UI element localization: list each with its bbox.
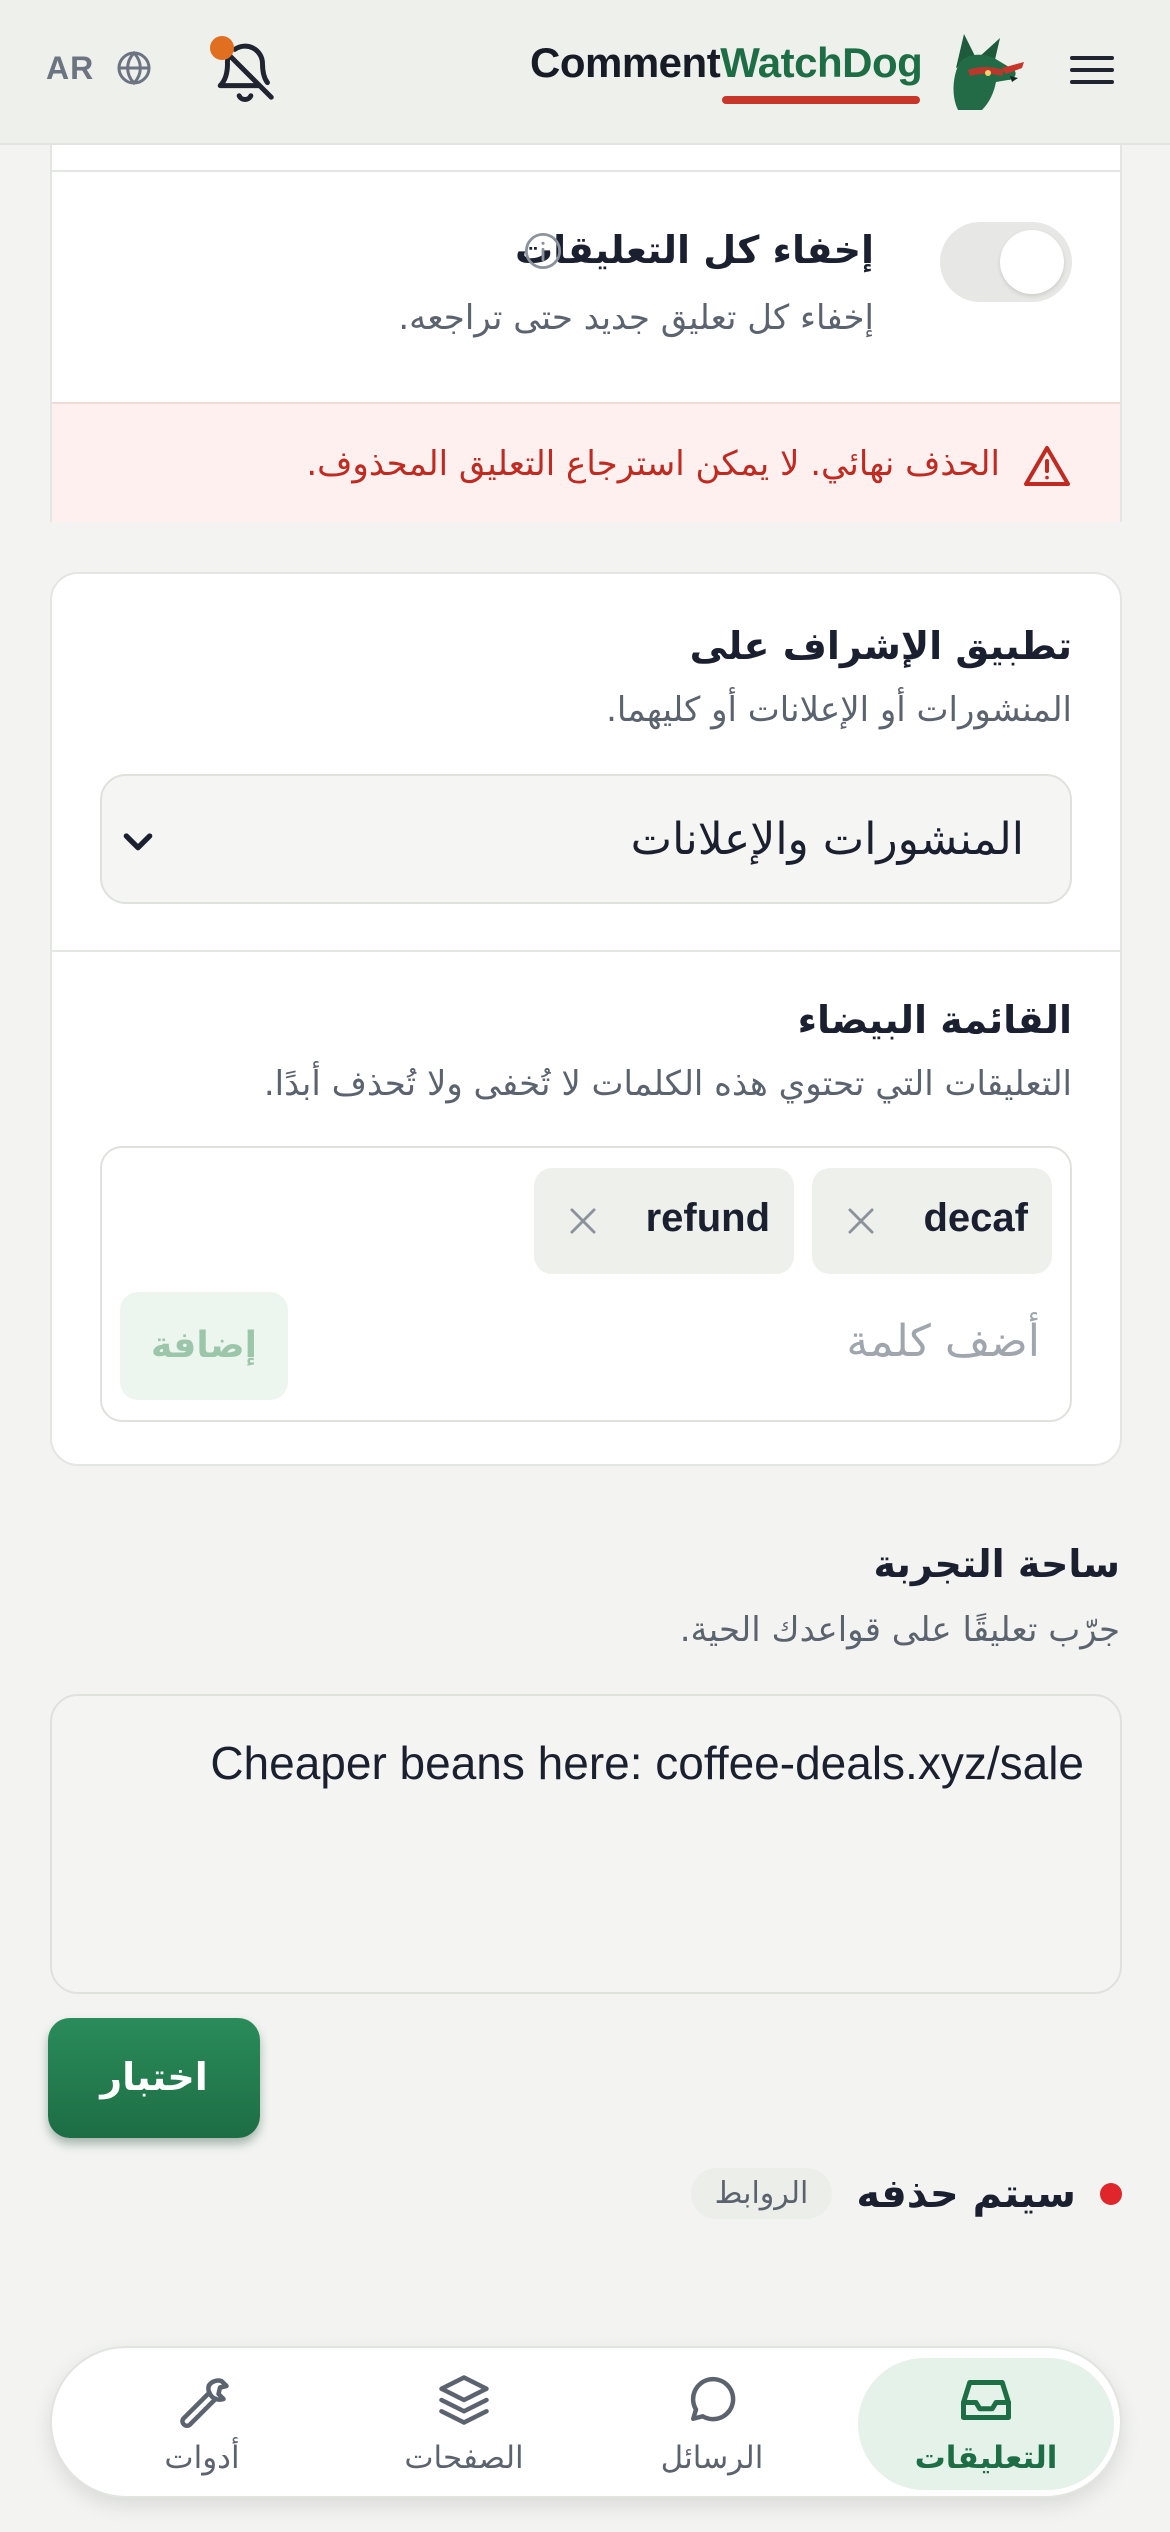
nav-label: الرسائل xyxy=(660,2440,764,2476)
chip-label: decaf xyxy=(923,1196,1029,1240)
chevron-down-icon xyxy=(123,833,153,851)
whitelist-description: التعليقات التي تحتوي هذه الكلمات لا تُخف… xyxy=(263,1064,1072,1104)
inbox-icon xyxy=(961,2380,1011,2420)
nav-item-tools[interactable]: أدوات xyxy=(92,2358,312,2490)
result-reason-badge: الروابط xyxy=(690,2168,833,2219)
moderation-settings-card: تطبيق الإشراف على المنشورات أو الإعلانات… xyxy=(50,572,1122,1466)
apply-on-selected-value: المنشورات والإعلانات xyxy=(630,814,1024,865)
apply-on-description: المنشورات أو الإعلانات أو كليهما. xyxy=(606,690,1072,730)
nav-item-comments[interactable]: التعليقات xyxy=(858,2358,1114,2490)
nav-label: الصفحات xyxy=(404,2440,524,2476)
add-word-button[interactable]: إضافة xyxy=(120,1292,288,1400)
delete-warning-banner: الحذف نهائي. لا يمكن استرجاع التعليق الم… xyxy=(52,402,1120,522)
notification-dot xyxy=(210,36,234,60)
language-switcher[interactable]: AR xyxy=(46,48,154,88)
brand-name-part2: WatchDog xyxy=(720,39,923,86)
nav-item-pages[interactable]: الصفحات xyxy=(344,2358,584,2490)
hide-all-toggle[interactable] xyxy=(940,222,1072,302)
chip-label: refund xyxy=(645,1196,770,1240)
info-icon[interactable] xyxy=(522,230,564,272)
result-text: سيتم حذفه xyxy=(856,2170,1076,2217)
apply-on-select[interactable]: المنشورات والإعلانات xyxy=(100,774,1072,904)
add-word-input[interactable]: أضف كلمة xyxy=(846,1316,1040,1367)
chat-bubble-icon xyxy=(690,2376,736,2422)
sandbox-result: سيتم حذفه الروابط xyxy=(690,2168,1122,2219)
warning-triangle-icon xyxy=(1024,446,1070,486)
sandbox-title: ساحة التجربة xyxy=(873,1542,1120,1586)
nav-item-messages[interactable]: الرسائل xyxy=(592,2358,832,2490)
section-divider xyxy=(52,170,1120,172)
sandbox-comment-textarea[interactable]: Cheaper beans here: coffee-deals.xyz/sal… xyxy=(50,1694,1122,1994)
bottom-navigation: التعليقات الرسائل الصفحات أدوات xyxy=(50,2346,1122,2498)
whitelist-tag-input: decaf refund أضف كلمة إضافة xyxy=(100,1146,1072,1422)
test-button[interactable]: اختبار xyxy=(48,2018,260,2138)
sandbox-comment-value: Cheaper beans here: coffee-deals.xyz/sal… xyxy=(210,1737,1084,1789)
app-header: AR Comment WatchDog xyxy=(0,0,1170,145)
language-code: AR xyxy=(46,49,95,86)
warning-text: الحذف نهائي. لا يمكن استرجاع التعليق الم… xyxy=(306,444,1000,484)
remove-chip-icon[interactable] xyxy=(564,1202,602,1240)
remove-chip-icon[interactable] xyxy=(842,1202,880,1240)
hide-all-description: إخفاء كل تعليق جديد حتى تراجعه. xyxy=(398,298,874,338)
whitelist-chip: refund xyxy=(534,1168,794,1274)
nav-label: أدوات xyxy=(164,2440,240,2476)
notifications-button[interactable] xyxy=(210,36,280,106)
status-dot xyxy=(1100,2182,1122,2205)
toggle-knob xyxy=(1000,230,1064,294)
section-divider xyxy=(52,950,1120,952)
wrench-icon xyxy=(180,2378,229,2428)
watchdog-logo-icon xyxy=(953,34,1024,110)
sandbox-description: جرّب تعليقًا على قواعدك الحية. xyxy=(679,1610,1120,1650)
nav-label: التعليقات xyxy=(914,2440,1058,2476)
globe-icon xyxy=(117,50,151,86)
brand-name-part1: Comment xyxy=(530,39,721,86)
whitelist-title: القائمة البيضاء xyxy=(797,998,1072,1042)
hide-all-card: إخفاء كل التعليقات إخفاء كل تعليق جديد ح… xyxy=(50,100,1122,522)
layers-icon xyxy=(439,2375,489,2425)
brand-wordmark[interactable]: Comment WatchDog xyxy=(530,39,923,104)
hide-all-title: إخفاء كل التعليقات xyxy=(514,228,874,272)
apply-on-title: تطبيق الإشراف على xyxy=(689,624,1072,668)
brand-underline xyxy=(722,96,920,104)
hamburger-menu-icon[interactable] xyxy=(1068,50,1116,90)
whitelist-chip: decaf xyxy=(812,1168,1052,1274)
